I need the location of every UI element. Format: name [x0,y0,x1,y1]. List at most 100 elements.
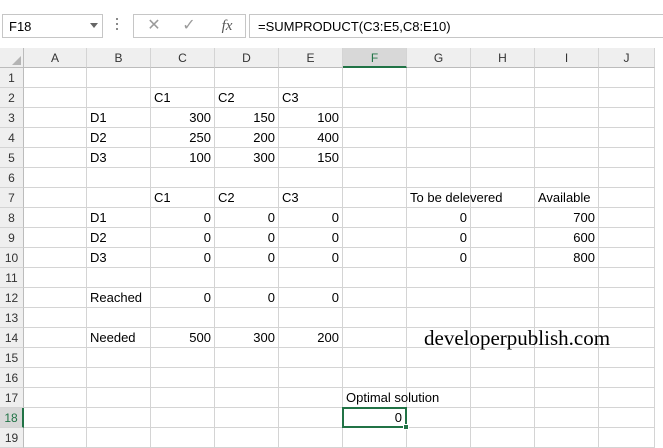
cell-a8[interactable] [24,208,87,228]
row-header-9[interactable]: 9 [0,228,24,248]
cell-h10[interactable] [471,248,535,268]
cell-i5[interactable] [535,148,599,168]
cell-d15[interactable] [215,348,279,368]
cell-e18[interactable] [279,408,343,428]
cell-d18[interactable] [215,408,279,428]
cell-a7[interactable] [24,188,87,208]
cell-c8[interactable]: 0 [151,208,215,228]
cell-f3[interactable] [343,108,407,128]
cell-f11[interactable] [343,268,407,288]
cell-a10[interactable] [24,248,87,268]
cell-f9[interactable] [343,228,407,248]
cell-d10[interactable]: 0 [215,248,279,268]
cell-a2[interactable] [24,88,87,108]
cell-i11[interactable] [535,268,599,288]
cell-b14[interactable]: Needed [87,328,151,348]
column-header-c[interactable]: C [151,48,215,68]
cell-b16[interactable] [87,368,151,388]
cell-b7[interactable] [87,188,151,208]
cell-c17[interactable] [151,388,215,408]
cell-f12[interactable] [343,288,407,308]
cell-h13[interactable] [471,308,535,328]
row-header-16[interactable]: 16 [0,368,24,388]
cell-e14[interactable]: 200 [279,328,343,348]
row-header-19[interactable]: 19 [0,428,24,448]
cell-b18[interactable] [87,408,151,428]
cell-e2[interactable]: C3 [279,88,343,108]
cell-i13[interactable] [535,308,599,328]
cell-b11[interactable] [87,268,151,288]
cell-j7[interactable] [599,188,655,208]
cell-g18[interactable] [407,408,471,428]
cell-a1[interactable] [24,68,87,88]
cell-c6[interactable] [151,168,215,188]
cell-d2[interactable]: C2 [215,88,279,108]
cell-j6[interactable] [599,168,655,188]
cell-e17[interactable] [279,388,343,408]
cell-e10[interactable]: 0 [279,248,343,268]
cell-h4[interactable] [471,128,535,148]
column-header-b[interactable]: B [87,48,151,68]
cell-g11[interactable] [407,268,471,288]
cell-c14[interactable]: 500 [151,328,215,348]
cell-a16[interactable] [24,368,87,388]
chevron-down-icon[interactable] [90,23,98,28]
cell-c13[interactable] [151,308,215,328]
cell-j5[interactable] [599,148,655,168]
cell-g13[interactable] [407,308,471,328]
cell-i19[interactable] [535,428,599,448]
cell-a17[interactable] [24,388,87,408]
column-header-d[interactable]: D [215,48,279,68]
row-header-7[interactable]: 7 [0,188,24,208]
cell-c11[interactable] [151,268,215,288]
cell-f13[interactable] [343,308,407,328]
cell-d12[interactable]: 0 [215,288,279,308]
cell-a11[interactable] [24,268,87,288]
cell-d4[interactable]: 200 [215,128,279,148]
row-header-11[interactable]: 11 [0,268,24,288]
cell-b2[interactable] [87,88,151,108]
cell-f6[interactable] [343,168,407,188]
cell-h15[interactable] [471,348,535,368]
cell-g2[interactable] [407,88,471,108]
cell-h8[interactable] [471,208,535,228]
cell-d3[interactable]: 150 [215,108,279,128]
cell-a19[interactable] [24,428,87,448]
cell-a18[interactable] [24,408,87,428]
cell-d11[interactable] [215,268,279,288]
cell-c1[interactable] [151,68,215,88]
cell-e8[interactable]: 0 [279,208,343,228]
cell-f16[interactable] [343,368,407,388]
column-header-e[interactable]: E [279,48,343,68]
cell-h5[interactable] [471,148,535,168]
select-all-button[interactable] [0,48,24,68]
cell-a6[interactable] [24,168,87,188]
cell-c10[interactable]: 0 [151,248,215,268]
cell-d16[interactable] [215,368,279,388]
cell-i10[interactable]: 800 [535,248,599,268]
cell-c5[interactable]: 100 [151,148,215,168]
cell-g15[interactable] [407,348,471,368]
cell-e16[interactable] [279,368,343,388]
cell-i12[interactable] [535,288,599,308]
row-header-17[interactable]: 17 [0,388,24,408]
cell-i4[interactable] [535,128,599,148]
cell-g1[interactable] [407,68,471,88]
cell-e19[interactable] [279,428,343,448]
cell-g9[interactable]: 0 [407,228,471,248]
cell-e9[interactable]: 0 [279,228,343,248]
cell-b9[interactable]: D2 [87,228,151,248]
cell-e13[interactable] [279,308,343,328]
drag-handle-icon[interactable] [115,18,119,34]
cell-c16[interactable] [151,368,215,388]
cell-h2[interactable] [471,88,535,108]
cell-a4[interactable] [24,128,87,148]
cell-i7[interactable]: Available [535,188,599,208]
cell-i8[interactable]: 700 [535,208,599,228]
cell-a9[interactable] [24,228,87,248]
cell-d13[interactable] [215,308,279,328]
row-header-4[interactable]: 4 [0,128,24,148]
cell-c9[interactable]: 0 [151,228,215,248]
cell-b13[interactable] [87,308,151,328]
cell-b6[interactable] [87,168,151,188]
